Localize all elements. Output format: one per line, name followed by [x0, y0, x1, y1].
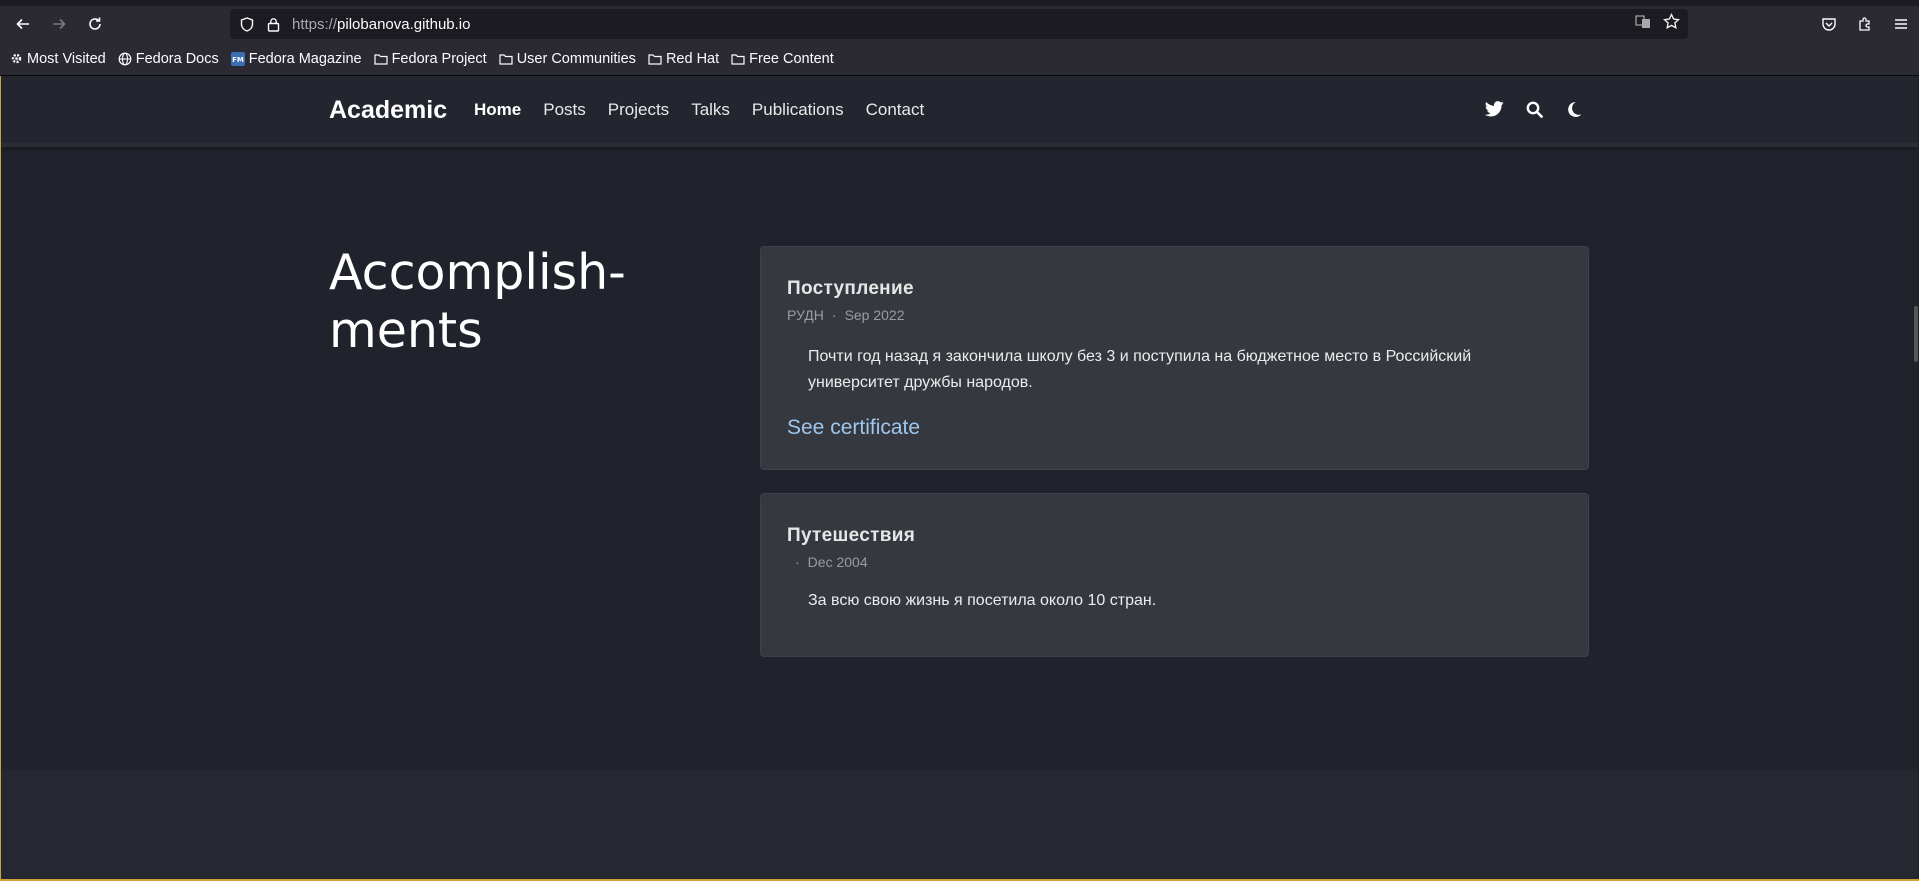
bookmark-label: Free Content [749, 50, 834, 67]
menu-item-posts[interactable]: Posts [543, 100, 586, 120]
meta-separator: · [831, 307, 837, 323]
meta-separator: · [795, 554, 800, 570]
bookmark-label: User Communities [516, 50, 636, 67]
menu-item-talks[interactable]: Talks [691, 100, 730, 120]
bookmark-label: Fedora Magazine [248, 50, 362, 67]
bookmark-fedora-magazine[interactable]: FM Fedora Magazine [230, 50, 362, 67]
arrow-right-icon [53, 18, 66, 30]
web-page: Academic Home Posts Projects Talks Publi… [1, 76, 1918, 879]
bookmark-fedora-project[interactable]: Fedora Project [373, 50, 487, 67]
section-title-line2: ments [329, 302, 483, 359]
bookmark-label: Fedora Docs [135, 50, 219, 67]
card-org: РУДН [787, 307, 824, 323]
bookmark-free-content[interactable]: Free Content [731, 51, 834, 67]
url-text[interactable]: https://pilobanova.github.io [292, 16, 470, 33]
bookmark-user-communities[interactable]: User Communities [499, 51, 636, 67]
url-protocol: https:// [292, 15, 338, 33]
accomplishment-card: Поступление РУДН · Sep 2022 Почти год на… [760, 246, 1589, 470]
gear-icon [10, 52, 23, 65]
section-title-line1: Accomplish- [329, 244, 626, 301]
menu-item-home[interactable]: Home [474, 100, 521, 120]
scrollbar-thumb[interactable] [1914, 306, 1918, 362]
hamburger-icon [1895, 19, 1907, 29]
svg-text:FM: FM [232, 56, 244, 64]
card-description: За всю свою жизнь я посетила около 10 ст… [808, 592, 1157, 609]
see-certificate-link[interactable]: See certificate [787, 416, 920, 440]
site-brand[interactable]: Academic [329, 96, 447, 125]
card-description: Почти год назад я закончила школу без 3 … [808, 348, 1472, 391]
bookmark-label: Most Visited [27, 50, 106, 67]
card-date: Sep 2022 [844, 307, 905, 323]
translate-icon[interactable] [1635, 14, 1651, 35]
page-footer-band [1, 769, 1918, 879]
main-menu: Home Posts Projects Talks Publications C… [474, 100, 924, 120]
bookmark-red-hat[interactable]: Red Hat [648, 51, 719, 67]
bookmark-fedora-docs[interactable]: Fedora Docs [118, 51, 219, 67]
lock-icon[interactable] [262, 9, 284, 39]
forward-button[interactable] [41, 6, 77, 42]
card-date: Dec 2004 [807, 554, 868, 570]
menu-item-contact[interactable]: Contact [866, 100, 925, 120]
twitter-icon[interactable] [1484, 98, 1504, 120]
globe-icon [118, 52, 132, 66]
reload-icon [89, 17, 101, 30]
bookmark-star-icon[interactable] [1663, 12, 1680, 35]
back-button[interactable] [5, 6, 41, 42]
card-title: Путешествия [787, 525, 916, 546]
pocket-icon [1822, 18, 1836, 31]
search-icon[interactable] [1524, 98, 1544, 120]
bookmark-most-visited[interactable]: Most Visited [10, 51, 106, 67]
bookmark-label: Fedora Project [391, 50, 487, 67]
moon-icon[interactable] [1564, 98, 1584, 120]
card-meta: · Dec 2004 [787, 554, 868, 570]
menu-button[interactable] [1883, 6, 1919, 42]
folder-icon [648, 53, 662, 65]
fm-icon: FM [230, 51, 245, 66]
folder-icon [373, 53, 388, 65]
reload-button[interactable] [77, 6, 113, 42]
puzzle-icon [1859, 17, 1870, 31]
pocket-button[interactable] [1811, 6, 1847, 42]
menu-item-publications[interactable]: Publications [752, 100, 844, 120]
card-meta: РУДН · Sep 2022 [787, 307, 905, 323]
bookmark-label: Red Hat [665, 50, 720, 67]
browser-toolbar: https://pilobanova.github.io [0, 6, 1919, 42]
arrow-left-icon [16, 18, 29, 30]
menu-item-projects[interactable]: Projects [608, 100, 669, 120]
shield-icon[interactable] [236, 9, 258, 39]
folder-icon [731, 53, 745, 65]
site-navbar: Academic Home Posts Projects Talks Publi… [1, 76, 1918, 147]
extensions-button[interactable] [1847, 6, 1883, 42]
window-border-left [0, 76, 1, 881]
bookmarks-bar: Most Visited Fedora Docs FM Fedora Magaz… [0, 42, 1919, 76]
folder-icon [499, 53, 513, 65]
accomplishment-card: Путешествия · Dec 2004 За всю свою жизнь… [760, 493, 1589, 657]
card-title: Поступление [787, 278, 914, 299]
url-bar[interactable]: https://pilobanova.github.io [230, 9, 1688, 39]
url-host: pilobanova.github.io [337, 15, 471, 33]
section-title: Accomplish- ments [329, 244, 689, 360]
